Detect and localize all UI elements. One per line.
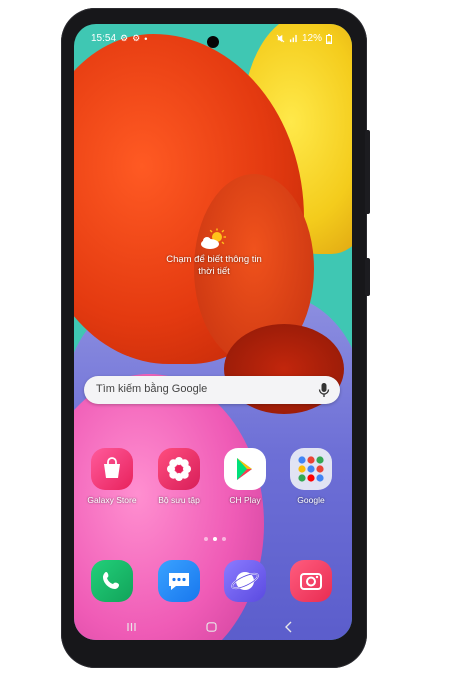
partly-sunny-icon: [201, 228, 226, 249]
internet-planet-icon: [224, 560, 266, 602]
weather-widget[interactable]: Chạm để biết thông tin thời tiết: [154, 228, 274, 278]
phone-icon: [91, 560, 133, 602]
app-gallery[interactable]: Bộ sưu tập: [151, 448, 207, 505]
google-search-bar[interactable]: Tìm kiếm bằng Google: [84, 376, 340, 404]
app-galaxy-store[interactable]: Galaxy Store: [84, 448, 140, 505]
navigation-bar: [74, 620, 352, 634]
page-dot: [222, 537, 226, 541]
battery-icon: [326, 33, 332, 44]
app-label: CH Play: [229, 495, 261, 505]
dock-internet[interactable]: [217, 560, 273, 602]
messages-icon: [158, 560, 200, 602]
home-screen: 15:54 ⚙ ⚙ • 12% Chạm để biết thông tin t…: [74, 24, 352, 640]
status-bar: 15:54 ⚙ ⚙ • 12%: [74, 33, 352, 49]
app-label: Galaxy Store: [87, 495, 137, 505]
gear-icon: ⚙: [120, 33, 129, 43]
battery-percent: 12%: [301, 33, 322, 44]
dock-messages[interactable]: [151, 560, 207, 602]
google-folder-icon: [290, 448, 332, 490]
weather-prompt-line1: Chạm để biết thông tin: [166, 254, 262, 265]
app-label: Bộ sưu tập: [158, 495, 200, 505]
dot-icon: •: [144, 33, 148, 44]
app-ch-play[interactable]: CH Play: [217, 448, 273, 505]
dock-phone[interactable]: [84, 560, 140, 602]
mute-icon: [276, 34, 285, 43]
app-google-folder[interactable]: Google: [283, 448, 339, 505]
page-dot-active: [213, 537, 217, 541]
home-icon[interactable]: [206, 622, 217, 632]
gear-icon: ⚙: [132, 33, 141, 43]
camera-icon: [290, 560, 332, 602]
volume-button: [365, 130, 370, 214]
signal-icon: [289, 34, 297, 43]
play-store-icon: [224, 448, 266, 490]
back-icon[interactable]: [284, 621, 294, 633]
power-button: [365, 258, 370, 296]
galaxy-store-icon: [91, 448, 133, 490]
status-time: 15:54: [91, 33, 117, 44]
gallery-flower-icon: [158, 448, 200, 490]
search-placeholder: Tìm kiếm bằng Google: [96, 383, 208, 395]
microphone-icon[interactable]: [318, 382, 330, 398]
dock-camera[interactable]: [283, 560, 339, 602]
page-dot: [204, 537, 208, 541]
weather-prompt-line2: thời tiết: [198, 266, 230, 277]
page-indicator: [204, 537, 226, 541]
recent-apps-icon[interactable]: [126, 622, 137, 632]
app-label: Google: [297, 495, 325, 505]
